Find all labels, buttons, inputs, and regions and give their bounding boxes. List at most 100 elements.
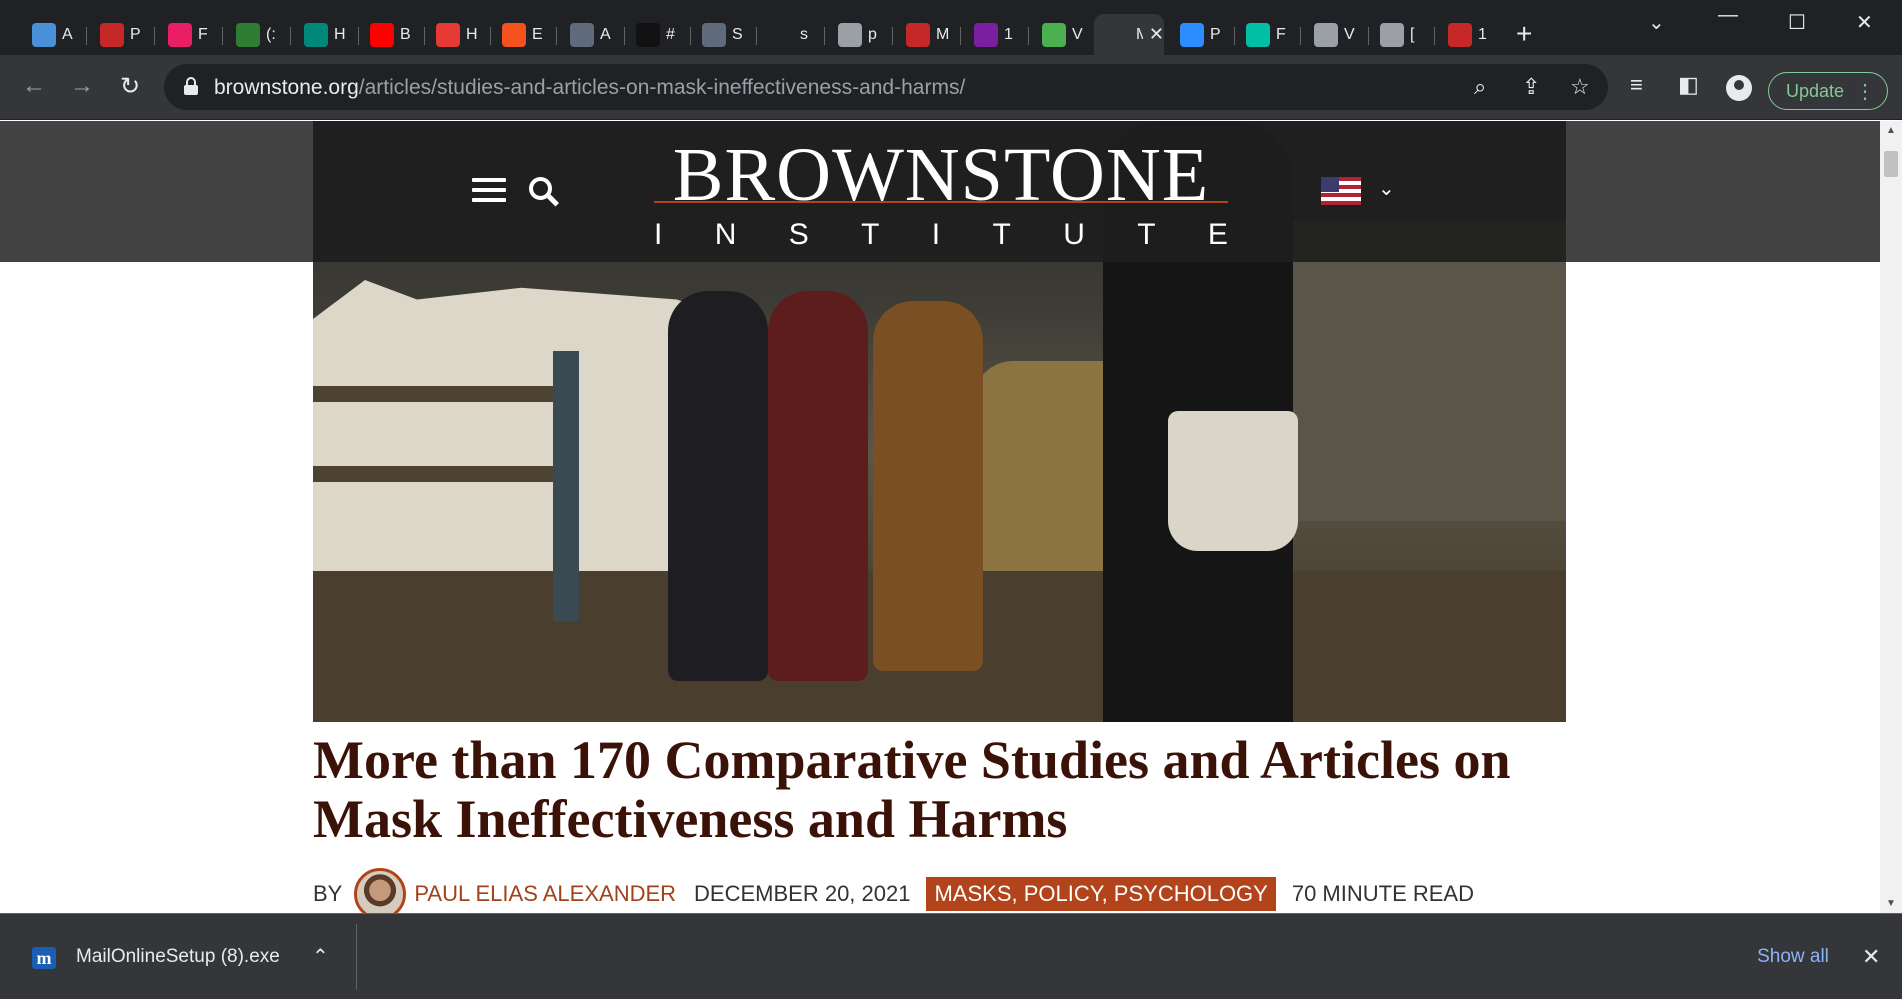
logo-divider (654, 201, 1228, 203)
new-tab-button[interactable]: + (1516, 20, 1532, 48)
browser-tab[interactable]: P (1168, 14, 1232, 55)
logo-letter: T (1137, 218, 1156, 251)
browser-tab[interactable]: A (558, 14, 622, 55)
zoom-icon (1180, 22, 1204, 47)
mailonline-file-icon: m (32, 947, 56, 969)
tab-strip: A P F (: H B H E A # Ss p M 1 V M ✕ P F V[1 + ⌄ — ☐ ✕ (0, 0, 1902, 55)
bi-icon (100, 22, 124, 47)
us-flag-icon[interactable] (1321, 177, 1361, 205)
tab-title: M (1136, 25, 1143, 43)
tab-title: E (532, 25, 543, 43)
logo-letter: I (654, 218, 663, 251)
browser-tab[interactable]: V (1030, 14, 1094, 55)
bookmark-star-icon[interactable]: ☆ (1570, 74, 1590, 100)
globe-icon (838, 22, 862, 47)
window-close-icon[interactable]: ✕ (1856, 10, 1873, 35)
menu-hamburger-icon[interactable] (472, 178, 506, 202)
url-text[interactable]: brownstone.org/articles/studies-and-arti… (214, 76, 965, 100)
tab-search-chevron-icon[interactable]: ⌄ (1648, 10, 1665, 35)
browser-tab[interactable]: 1 (1436, 14, 1500, 55)
tab-title: H (334, 25, 346, 43)
browser-tab[interactable]: E (490, 14, 554, 55)
logo-letter: U (1063, 218, 1085, 251)
byline-label: BY (313, 881, 343, 906)
browser-tab[interactable]: # (624, 14, 688, 55)
browser-tab[interactable]: V (1302, 14, 1366, 55)
site-logo-wordmark[interactable]: BROWNSTONE (654, 131, 1228, 219)
page-viewport: BROWNSTONE I N S T I T U T E ⌄ More than 170 Com… (0, 121, 1880, 913)
tab-title: 1 (1004, 25, 1013, 43)
browser-tab[interactable]: p (826, 14, 890, 55)
category-tags[interactable]: MASKS, POLICY, PSYCHOLOGY (926, 877, 1276, 911)
pinwheel-icon (168, 22, 192, 47)
search-icon[interactable] (529, 177, 560, 207)
back-arrow-icon[interactable]: ← (22, 72, 46, 100)
logo-letter: T (861, 218, 880, 251)
lock-icon[interactable] (184, 77, 198, 95)
profile-avatar-icon[interactable] (1726, 75, 1752, 101)
logo-letter: I (931, 218, 941, 251)
publish-date: DECEMBER 20, 2021 (694, 881, 911, 906)
tab-close-icon[interactable]: ✕ (1149, 24, 1164, 45)
tab-title: A (600, 25, 611, 43)
minimize-icon[interactable]: — (1718, 4, 1738, 27)
globe-icon (1314, 22, 1338, 47)
browser-tab[interactable]: M (894, 14, 958, 55)
side-panel-icon[interactable]: ◧ (1678, 72, 1699, 98)
browser-tab[interactable]: B (358, 14, 422, 55)
tab-title: B (400, 25, 411, 43)
zoom-icon[interactable]: ⌕ (1474, 74, 1486, 100)
tab-title: # (666, 25, 675, 43)
show-all-downloads-button[interactable]: Show all (1740, 934, 1846, 980)
brownstone-icon (1106, 22, 1130, 47)
tab-title: P (1210, 25, 1221, 43)
site-header: BROWNSTONE I N S T I T U T E ⌄ (0, 121, 1880, 262)
reload-icon[interactable]: ↻ (120, 72, 140, 101)
update-button[interactable]: Update ⋮ (1768, 72, 1888, 110)
scrollbar-thumb[interactable] (1884, 151, 1898, 177)
bi-icon (1448, 22, 1472, 47)
mail-icon (974, 22, 998, 47)
tab-title: 1 (1478, 25, 1487, 43)
tab-title: V (1344, 25, 1355, 43)
browser-tab[interactable]: P (88, 14, 152, 55)
author-link[interactable]: PAUL ELIAS ALEXANDER (414, 881, 676, 907)
author-avatar[interactable] (354, 868, 407, 913)
browser-tab[interactable]: [ (1368, 14, 1432, 55)
site-logo-subtitle[interactable]: INSTITUTE (654, 211, 1228, 259)
forward-arrow-icon[interactable]: → (70, 72, 94, 100)
scroll-down-arrow-icon[interactable]: ▼ (1886, 898, 1896, 909)
tab-title: H (466, 25, 478, 43)
download-filename[interactable]: MailOnlineSetup (8).exe (76, 946, 280, 968)
language-chevron-down-icon[interactable]: ⌄ (1378, 176, 1395, 201)
share-icon[interactable]: ⇪ (1522, 74, 1540, 100)
browser-tab[interactable]: A (20, 14, 84, 55)
logo-letter: T (992, 218, 1011, 251)
maximize-icon[interactable]: ☐ (1788, 10, 1806, 35)
browser-tab[interactable]: s (758, 14, 822, 55)
browser-tab[interactable]: (: (224, 14, 288, 55)
browser-tab[interactable]: S (690, 14, 754, 55)
url-path: /articles/studies-and-articles-on-mask-i… (358, 76, 966, 99)
browser-tab[interactable]: F (1234, 14, 1298, 55)
scroll-up-arrow-icon[interactable]: ▲ (1886, 125, 1896, 136)
browser-tab[interactable]: H (292, 14, 356, 55)
tab-title: S (732, 25, 743, 43)
page-scrollbar[interactable]: ▲ ▼ (1880, 121, 1902, 913)
close-download-shelf-icon[interactable]: ✕ (1862, 944, 1880, 970)
kebab-menu-icon[interactable]: ⋮ (1855, 79, 1875, 104)
browser-tab[interactable]: F (156, 14, 220, 55)
address-bar[interactable]: brownstone.org/articles/studies-and-arti… (164, 64, 1608, 110)
tree-icon (1042, 22, 1066, 47)
browser-tab[interactable]: 1 (962, 14, 1026, 55)
g-icon (236, 22, 260, 47)
download-options-chevron-icon[interactable]: ⌃ (312, 944, 329, 969)
browser-tab[interactable]: M ✕ (1094, 14, 1164, 55)
media-queue-icon[interactable]: ≡ (1630, 72, 1643, 98)
arrow-icon (702, 22, 726, 47)
article-meta: BY PAUL ELIAS ALEXANDER DECEMBER 20, 202… (313, 868, 1474, 913)
tab-title: [ (1410, 25, 1415, 43)
browser-tab[interactable]: H (424, 14, 488, 55)
tab-title: M (936, 25, 950, 43)
logo-letter: S (788, 218, 809, 251)
